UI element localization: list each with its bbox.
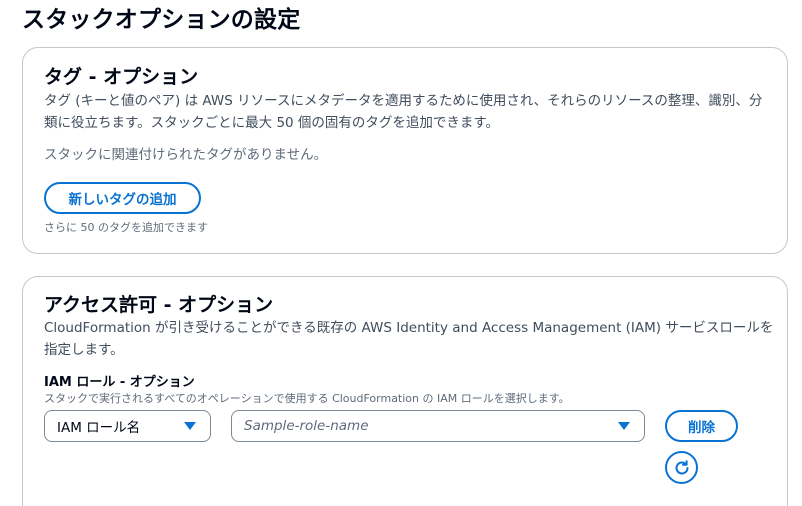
tags-remaining-hint: さらに 50 のタグを追加できます (44, 221, 208, 234)
tags-section: タグ - オプション タグ (キーと値のペア) は AWS リソースにメタデータ… (22, 47, 788, 254)
role-name-placeholder: Sample-role-name (244, 418, 369, 434)
page-title: スタックオプションの設定 (22, 7, 301, 33)
refresh-icon (675, 459, 688, 474)
role-type-select-value: IAM ロール名 (57, 420, 141, 436)
caret-down-icon (184, 422, 196, 430)
iam-role-label: IAM ロール - オプション (44, 375, 195, 390)
iam-role-hint: スタックで実行されるすべてのオペレーションで使用する CloudFormatio… (44, 392, 570, 405)
tags-description: タグ (キーと値のペア) は AWS リソースにメタデータを適用するために使用さ… (44, 93, 763, 131)
caret-down-icon (618, 422, 630, 430)
refresh-button[interactable] (665, 451, 698, 484)
tags-heading: タグ - オプション (44, 66, 199, 88)
permissions-section: アクセス許可 - オプション CloudFormation が引き受けることがで… (22, 276, 788, 506)
role-type-select[interactable]: IAM ロール名 (44, 410, 211, 442)
remove-role-button[interactable]: 削除 (665, 410, 738, 442)
add-new-tag-button[interactable]: 新しいタグの追加 (44, 182, 201, 214)
permissions-description: CloudFormation が引き受けることができる既存の AWS Ident… (44, 320, 774, 358)
role-name-select[interactable]: Sample-role-name (231, 410, 645, 442)
permissions-heading: アクセス許可 - オプション (44, 294, 274, 316)
no-tags-message: スタックに関連付けられたタグがありません。 (44, 147, 328, 163)
